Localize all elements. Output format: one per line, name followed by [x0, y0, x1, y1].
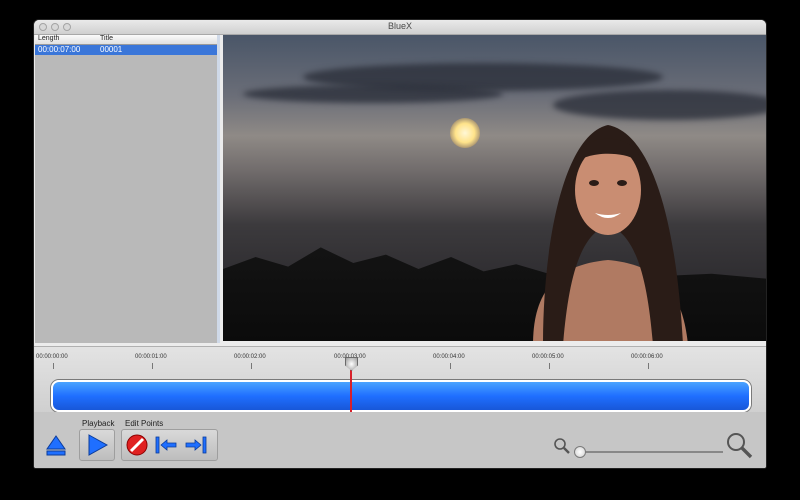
tick-label: 00:00:01:00	[135, 354, 167, 360]
mark-out-button[interactable]	[184, 430, 208, 460]
clip-list-header: Length Title	[35, 35, 217, 45]
ruler-tick	[53, 363, 54, 369]
column-header-title[interactable]: Title	[100, 35, 113, 42]
ruler-tick	[450, 363, 451, 369]
no-entry-icon	[126, 434, 148, 456]
control-bar: Playback Edit Points	[34, 412, 766, 468]
tick-label: 00:00:04:00	[433, 354, 465, 360]
clear-points-button[interactable]	[125, 430, 149, 460]
app-window: BlueX Length Title 00:00:07:00 00001 00:	[34, 20, 766, 468]
zoom-in-button[interactable]	[724, 430, 754, 460]
mark-out-icon	[185, 436, 207, 454]
zoom-slider-track[interactable]	[579, 451, 723, 453]
title-bar: BlueX	[34, 20, 766, 35]
playhead-line[interactable]	[350, 363, 352, 419]
ruler-tick	[152, 363, 153, 369]
eject-button[interactable]	[44, 430, 68, 460]
edit-points-label: Edit Points	[125, 419, 164, 428]
mark-in-icon	[155, 436, 177, 454]
zoom-in-icon	[727, 433, 753, 459]
ruler-tick	[251, 363, 252, 369]
ruler-tick	[648, 363, 649, 369]
playback-group	[79, 429, 115, 461]
tick-label: 00:00:06:00	[631, 354, 663, 360]
timeline-ruler[interactable]: 00:00:00:00 00:00:01:00 00:00:02:00 00:0…	[34, 347, 766, 375]
video-preview[interactable]	[223, 35, 766, 341]
play-icon	[88, 434, 108, 456]
person-silhouette	[533, 125, 688, 341]
column-header-length[interactable]: Length	[38, 35, 59, 42]
timeline[interactable]: 00:00:00:00 00:00:01:00 00:00:02:00 00:0…	[34, 346, 766, 419]
clip-title: 00001	[100, 45, 123, 54]
ruler-tick	[549, 363, 550, 369]
clip-list-row[interactable]: 00:00:07:00 00001	[35, 45, 217, 55]
zoom-slider-handle[interactable]	[574, 446, 586, 458]
window-title: BlueX	[387, 21, 413, 31]
zoom-out-icon	[554, 438, 570, 454]
clip-length: 00:00:07:00	[38, 45, 81, 54]
edit-points-group	[121, 429, 218, 461]
tick-label: 00:00:05:00	[532, 354, 564, 360]
zoom-out-button[interactable]	[552, 436, 572, 456]
tick-label: 00:00:02:00	[234, 354, 266, 360]
mark-in-button[interactable]	[154, 430, 178, 460]
eject-icon	[46, 435, 66, 456]
tick-label: 00:00:00:00	[36, 354, 68, 360]
clip-list[interactable]: Length Title 00:00:07:00 00001	[35, 35, 220, 343]
playback-label: Playback	[82, 419, 115, 428]
clip-track[interactable]	[51, 380, 751, 412]
play-button[interactable]	[85, 430, 109, 460]
